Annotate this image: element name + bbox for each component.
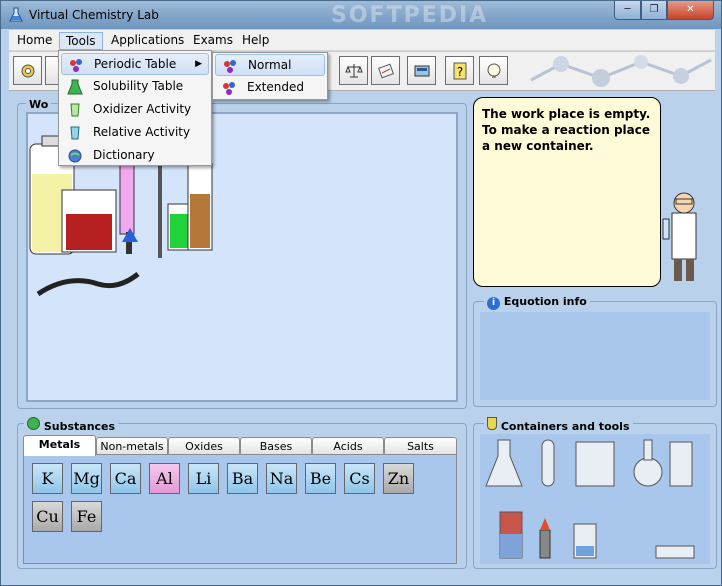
menu-exams[interactable]: Exams bbox=[187, 32, 239, 50]
menu-item-relative-activity[interactable]: Relative Activity bbox=[61, 122, 209, 144]
flask-icon bbox=[9, 7, 23, 22]
eraser-icon bbox=[377, 63, 394, 79]
menu-item-solubility-table[interactable]: Solubility Table bbox=[61, 76, 209, 98]
erlenmeyer-flask[interactable] bbox=[485, 439, 523, 487]
element-li-button[interactable]: Li bbox=[188, 463, 219, 494]
beaker[interactable] bbox=[575, 441, 615, 487]
containers-group: Containers and tools bbox=[473, 417, 717, 569]
submenu-arrow-icon: ▶ bbox=[195, 59, 202, 69]
menu-item-dictionary[interactable]: Dictionary bbox=[61, 145, 209, 167]
question-icon: ? bbox=[453, 62, 466, 80]
molecule-icon bbox=[70, 59, 82, 72]
watermark: SOFTPEDIA bbox=[331, 3, 489, 28]
menu-help[interactable]: Help bbox=[236, 32, 275, 50]
tab-metals[interactable]: Metals bbox=[23, 435, 96, 456]
normal-label: Normal bbox=[248, 58, 292, 72]
maximize-button[interactable]: ❐ bbox=[641, 1, 667, 20]
cylinder[interactable] bbox=[669, 441, 693, 487]
tab-salts[interactable]: Salts bbox=[384, 437, 457, 455]
menu-item-extended[interactable]: Extended bbox=[215, 77, 325, 99]
periodic-table-submenu: Normal Extended bbox=[212, 52, 328, 100]
element-cs-button[interactable]: Cs bbox=[344, 463, 375, 494]
burner[interactable] bbox=[539, 529, 551, 559]
window-title: Virtual Chemistry Lab bbox=[29, 8, 159, 22]
app-window: Virtual Chemistry Lab SOFTPEDIA ─ ❐ ✕ Ho… bbox=[0, 0, 722, 586]
molecule-icon bbox=[224, 60, 236, 73]
menu-home[interactable]: Home bbox=[11, 32, 58, 50]
element-be-button[interactable]: Be bbox=[305, 463, 336, 494]
svg-text:?: ? bbox=[456, 65, 462, 79]
info-icon: i bbox=[487, 297, 500, 310]
extended-label: Extended bbox=[247, 80, 304, 94]
test-tube[interactable] bbox=[541, 439, 555, 487]
lightbulb-icon bbox=[487, 63, 500, 78]
scales-icon bbox=[344, 64, 363, 78]
tab-non-metals[interactable]: Non-metals bbox=[96, 437, 168, 455]
settings-tool-button[interactable] bbox=[13, 56, 42, 85]
work-place-title: Wo bbox=[26, 98, 52, 111]
solubility-table-label: Solubility Table bbox=[93, 79, 184, 93]
element-al-button[interactable]: Al bbox=[149, 463, 180, 494]
gear-icon bbox=[21, 64, 34, 78]
title-bar[interactable]: Virtual Chemistry Lab SOFTPEDIA ─ ❐ ✕ bbox=[1, 1, 721, 29]
element-zn-button[interactable]: Zn bbox=[383, 463, 414, 494]
metals-panel: K Mg Ca Al Li Ba Na Be Cs Zn Cu Fe bbox=[23, 454, 457, 564]
containers-title: Containers and tools bbox=[484, 417, 633, 433]
menu-item-normal[interactable]: Normal bbox=[215, 54, 325, 76]
minimize-button[interactable]: ─ bbox=[614, 1, 641, 20]
eraser-tool-button[interactable] bbox=[371, 56, 400, 85]
close-button[interactable]: ✕ bbox=[667, 1, 714, 20]
element-fe-button[interactable]: Fe bbox=[71, 501, 102, 532]
containers-illustration bbox=[485, 439, 695, 559]
relative-activity-label: Relative Activity bbox=[93, 125, 191, 139]
help-tool-button[interactable]: ? bbox=[445, 56, 474, 85]
calculator-tool-button[interactable] bbox=[407, 56, 436, 85]
menu-tools[interactable]: Tools bbox=[59, 32, 103, 50]
element-k-button[interactable]: K bbox=[32, 463, 63, 494]
oxidizer-activity-label: Oxidizer Activity bbox=[93, 102, 192, 116]
molecule-banner-image bbox=[521, 52, 715, 90]
molecule-icon bbox=[223, 82, 235, 95]
substances-label: Substances bbox=[43, 420, 116, 433]
tools-menu: Periodic Table ▶ Solubility Table Oxidiz… bbox=[58, 50, 212, 166]
equation-info-group: i Equotion info bbox=[473, 295, 717, 407]
flask-small-icon bbox=[487, 417, 497, 430]
menu-item-periodic-table[interactable]: Periodic Table ▶ bbox=[61, 53, 209, 75]
globe-icon bbox=[68, 149, 82, 163]
equation-info-panel bbox=[480, 312, 710, 400]
menu-item-oxidizer-activity[interactable]: Oxidizer Activity bbox=[61, 99, 209, 121]
equation-info-label: Equotion info bbox=[503, 295, 587, 308]
round-flask[interactable] bbox=[633, 457, 663, 487]
flask-green-icon bbox=[70, 103, 80, 117]
element-cu-button[interactable]: Cu bbox=[32, 501, 63, 532]
equation-info-title: i Equotion info bbox=[484, 295, 590, 310]
scientist-avatar bbox=[662, 192, 697, 281]
tab-oxides[interactable]: Oxides bbox=[168, 437, 240, 455]
containers-panel bbox=[480, 434, 710, 564]
assistant-message: The work place is empty. To make a react… bbox=[482, 107, 651, 153]
atom-icon bbox=[27, 417, 40, 430]
scales-tool-button[interactable] bbox=[339, 56, 368, 85]
dictionary-label: Dictionary bbox=[93, 148, 155, 162]
flask-cyan-icon bbox=[70, 126, 80, 140]
substances-tabs: Metals Non-metals Oxides Bases Acids Sal… bbox=[23, 435, 457, 456]
substances-title: Substances bbox=[24, 417, 119, 433]
element-mg-button[interactable]: Mg bbox=[71, 463, 102, 494]
idea-tool-button[interactable] bbox=[479, 56, 508, 85]
menu-applications[interactable]: Applications bbox=[105, 32, 190, 50]
periodic-table-label: Periodic Table bbox=[94, 57, 177, 71]
tab-bases[interactable]: Bases bbox=[240, 437, 312, 455]
tab-acids[interactable]: Acids bbox=[312, 437, 384, 455]
element-na-button[interactable]: Na bbox=[266, 463, 297, 494]
assistant-speech-bubble: The work place is empty. To make a react… bbox=[473, 97, 661, 287]
containers-label: Containers and tools bbox=[500, 420, 630, 433]
calculator-icon bbox=[414, 65, 429, 77]
menu-bar: Home Tools Applications Exams Help bbox=[9, 30, 715, 51]
beaker-icon bbox=[67, 79, 83, 95]
element-ba-button[interactable]: Ba bbox=[227, 463, 258, 494]
element-ca-button[interactable]: Ca bbox=[110, 463, 141, 494]
dish[interactable] bbox=[655, 545, 695, 559]
